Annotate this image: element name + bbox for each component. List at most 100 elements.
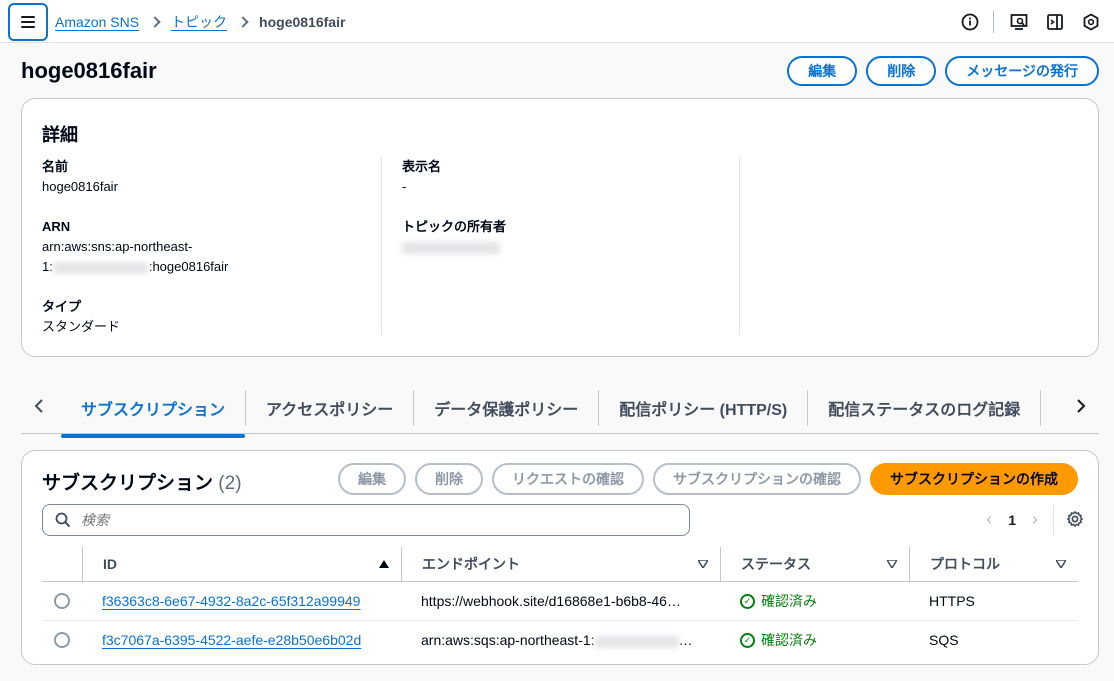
endpoint-value: arn:aws:sqs:ap-northeast-1: …: [421, 632, 693, 648]
subscriptions-panel: サブスクリプション (2) 編集 削除 リクエストの確認 サブスクリプションの確…: [21, 450, 1099, 665]
status-header-label: ステータス: [741, 556, 811, 572]
subscriptions-title: サブスクリプション (2): [42, 468, 242, 495]
tab-access-policy[interactable]: アクセスポリシー: [245, 390, 413, 426]
row-select-radio[interactable]: [54, 632, 70, 649]
subscriptions-table: ID エンドポイント ステータス プロトコル f36363c8-6e67-493…: [42, 547, 1078, 660]
endpoint-header-label: エンドポイント: [422, 556, 520, 572]
sort-icon: [698, 560, 708, 568]
edit-subscription-button[interactable]: 編集: [338, 463, 406, 495]
delete-subscription-button[interactable]: 削除: [415, 463, 483, 495]
tab-data-protection-policy[interactable]: データ保護ポリシー: [413, 390, 598, 426]
hamburger-icon: [21, 16, 35, 28]
check-circle-icon: ✓: [740, 593, 755, 609]
subscription-id-link[interactable]: f3c7067a-6395-4522-aefe-e28b50e6b02d: [102, 632, 361, 648]
details-title: 詳細: [42, 125, 78, 145]
confirm-request-button[interactable]: リクエストの確認: [492, 463, 644, 495]
row-select-radio[interactable]: [54, 593, 70, 609]
breadcrumb-amazon-sns[interactable]: Amazon SNS: [55, 14, 139, 30]
tab-delivery-policy[interactable]: 配信ポリシー (HTTP/S): [598, 390, 807, 426]
endpoint-prefix: arn:aws:sqs:ap-northeast-1:: [421, 632, 595, 649]
side-panel-icon[interactable]: [1044, 11, 1066, 33]
status-badge: ✓ 確認済み: [740, 591, 909, 611]
tab-scroll-right-button[interactable]: [1069, 394, 1093, 418]
status-text: 確認済み: [761, 632, 817, 649]
search-input[interactable]: [81, 512, 641, 528]
column-divider: [381, 157, 382, 335]
confirm-subscription-button[interactable]: サブスクリプションの確認: [653, 463, 861, 495]
name-label: 名前: [42, 159, 69, 174]
breadcrumb: Amazon SNS トピック hoge0816fair: [55, 12, 345, 32]
status-text: 確認済み: [761, 593, 817, 609]
sort-icon: [887, 560, 897, 568]
redacted-account-id: [594, 635, 679, 648]
arn-label: ARN: [42, 219, 71, 234]
chevron-right-icon: [1077, 399, 1086, 413]
tab-scroll-left-button[interactable]: [27, 394, 51, 418]
previous-page-button[interactable]: ‹: [986, 509, 992, 530]
display-name-label: 表示名: [402, 159, 442, 174]
search-icon: [55, 512, 71, 528]
id-column-header[interactable]: ID: [82, 547, 401, 582]
breadcrumb-current: hoge0816fair: [259, 14, 346, 30]
subscriptions-title-text: サブスクリプション: [42, 473, 214, 494]
top-navigation-bar: Amazon SNS トピック hoge0816fair: [0, 0, 1114, 43]
table-row[interactable]: f3c7067a-6395-4522-aefe-e28b50e6b02d arn…: [42, 621, 1078, 660]
column-divider: [739, 157, 740, 335]
tab-overflow[interactable]: [1040, 390, 1053, 426]
chevron-right-icon: [237, 16, 249, 28]
sort-ascending-icon: [379, 560, 389, 568]
details-column-1: 名前 hoge0816fair ARN arn:aws:sns:ap-north…: [42, 157, 382, 357]
arn-suffix: :hoge0816fair: [148, 259, 229, 274]
toolbar-divider: [993, 11, 994, 33]
create-subscription-button[interactable]: サブスクリプションの作成: [870, 463, 1078, 495]
tab-list: サブスクリプション アクセスポリシー データ保護ポリシー 配信ポリシー (HTT…: [61, 382, 1053, 438]
subscription-actions: 編集 削除 リクエストの確認 サブスクリプションの確認 サブスクリプションの作成: [338, 463, 1078, 495]
type-value: スタンダード: [42, 319, 121, 334]
info-icon[interactable]: [959, 11, 981, 33]
menu-toggle-button[interactable]: [8, 3, 48, 41]
next-page-button[interactable]: ›: [1032, 509, 1038, 530]
redacted-owner-id: [402, 241, 500, 254]
arn-value-line-2: 1: :hoge0816fair: [42, 257, 382, 277]
id-header-label: ID: [103, 556, 117, 572]
settings-divider: [1053, 505, 1054, 535]
protocol-value: HTTPS: [929, 593, 975, 609]
edit-button[interactable]: 編集: [787, 56, 858, 86]
protocol-column-header[interactable]: プロトコル: [909, 547, 1078, 582]
chevron-right-icon: [149, 16, 161, 28]
header-actions: 編集 削除 メッセージの発行: [787, 56, 1099, 86]
gear-icon[interactable]: [1066, 510, 1084, 531]
status-badge: ✓ 確認済み: [740, 630, 909, 650]
check-circle-icon: ✓: [740, 632, 755, 648]
table-header-row: ID エンドポイント ステータス プロトコル: [42, 547, 1078, 582]
sort-icon: [1056, 560, 1066, 568]
details-column-2: 表示名 - トピックの所有者: [402, 157, 742, 277]
endpoint-suffix: …: [678, 632, 693, 649]
endpoint-column-header[interactable]: エンドポイント: [401, 547, 720, 582]
search-box: [42, 504, 690, 536]
pagination: ‹ 1 ›: [986, 509, 1038, 530]
subscription-id-link[interactable]: f36363c8-6e67-4932-8a2c-65f312a99949: [102, 593, 360, 609]
publish-message-button[interactable]: メッセージの発行: [945, 56, 1099, 86]
breadcrumb-topics[interactable]: トピック: [171, 12, 227, 32]
protocol-value: SQS: [929, 632, 959, 649]
tab-bar: サブスクリプション アクセスポリシー データ保護ポリシー 配信ポリシー (HTT…: [21, 382, 1099, 438]
tab-subscriptions[interactable]: サブスクリプション: [61, 390, 246, 438]
top-icon-group: [945, 11, 1102, 33]
subscriptions-count: (2): [218, 473, 242, 494]
arn-value-line-1: arn:aws:sns:ap-northeast-: [42, 239, 193, 254]
status-column-header[interactable]: ステータス: [720, 547, 909, 582]
page-title: hoge0816fair: [21, 58, 157, 83]
screen-search-icon[interactable]: [1008, 11, 1030, 33]
type-label: タイプ: [42, 299, 82, 314]
tab-delivery-status-logging[interactable]: 配信ステータスのログ記録: [807, 390, 1040, 426]
protocol-header-label: プロトコル: [930, 556, 1000, 572]
settings-hexagon-icon[interactable]: [1080, 11, 1102, 33]
endpoint-value: https://webhook.site/d16868e1-b6b8-46…: [421, 593, 681, 609]
delete-button[interactable]: 削除: [866, 56, 937, 86]
select-column-header: [42, 547, 82, 582]
details-panel: 詳細 名前 hoge0816fair ARN arn:aws:sns:ap-no…: [21, 98, 1099, 357]
table-row[interactable]: f36363c8-6e67-4932-8a2c-65f312a99949 htt…: [42, 581, 1078, 621]
arn-prefix: 1:: [42, 259, 53, 274]
current-page[interactable]: 1: [1008, 512, 1016, 528]
